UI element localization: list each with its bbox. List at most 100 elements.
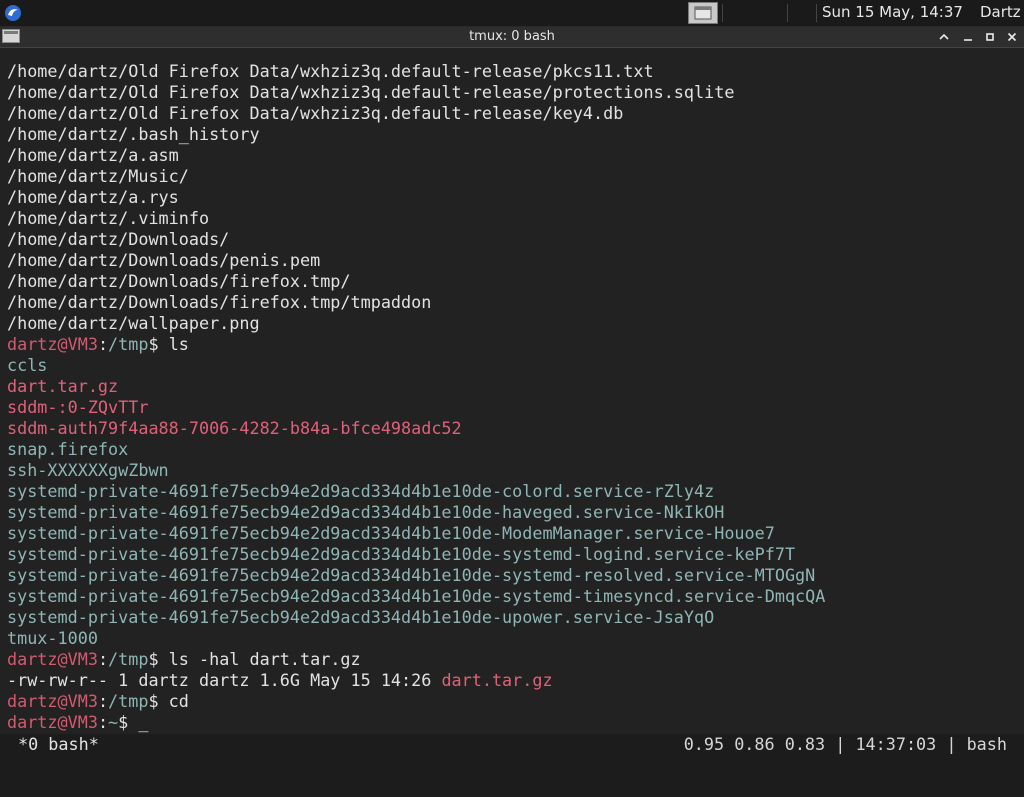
terminal-line: dart.tar.gz [7, 376, 825, 397]
panel-separator [787, 4, 788, 22]
terminal-text: /tmp [108, 691, 149, 711]
keep-above-button[interactable] [933, 27, 955, 47]
terminal-text: dart.tar.gz [441, 670, 553, 690]
terminal-text: -rw-rw-r-- 1 dartz dartz 1.6G May 15 14:… [7, 670, 442, 690]
terminal-line: systemd-private-4691fe75ecb94e2d9acd334d… [7, 565, 825, 586]
terminal-text: systemd-private-4691fe75ecb94e2d9acd334d… [7, 481, 715, 501]
terminal-text: systemd-private-4691fe75ecb94e2d9acd334d… [7, 607, 715, 627]
terminal-lines: /home/dartz/Old Firefox Data/wxhziz3q.de… [7, 61, 825, 733]
app-launcher-button[interactable] [3, 3, 23, 23]
terminal-line: /home/dartz/Old Firefox Data/wxhziz3q.de… [7, 103, 825, 124]
terminal-text: ~ [108, 712, 119, 732]
terminal-text: systemd-private-4691fe75ecb94e2d9acd334d… [7, 544, 796, 564]
terminal-line: sddm-:0-ZQvTTr [7, 397, 825, 418]
terminal-text: sddm-auth79f4aa88-7006-4282-b84a-bfce498… [7, 418, 462, 438]
terminal-text: ccls [7, 355, 48, 375]
terminal-line: -rw-rw-r-- 1 dartz dartz 1.6G May 15 14:… [7, 670, 825, 691]
terminal-line: /home/dartz/Downloads/penis.pem [7, 250, 825, 271]
distro-logo-icon [5, 5, 21, 21]
terminal-line: sddm-auth79f4aa88-7006-4282-b84a-bfce498… [7, 418, 825, 439]
terminal-text: : [97, 334, 109, 354]
terminal-output[interactable]: /home/dartz/Old Firefox Data/wxhziz3q.de… [0, 48, 1024, 738]
terminal-text: dartz@VM3 [7, 334, 98, 354]
terminal-line: /home/dartz/wallpaper.png [7, 313, 825, 334]
terminal-line: /home/dartz/Old Firefox Data/wxhziz3q.de… [7, 61, 825, 82]
window-title: tmux: 0 bash [469, 29, 555, 44]
terminal-text: /home/dartz/Downloads/firefox.tmp/tmpadd… [7, 292, 432, 312]
terminal-text: dartz@VM3 [7, 712, 98, 732]
terminal-line: systemd-private-4691fe75ecb94e2d9acd334d… [7, 607, 825, 628]
terminal-text: sddm-:0-ZQvTTr [7, 397, 149, 417]
terminal-text: dartz@VM3 [7, 649, 98, 669]
terminal-text: systemd-private-4691fe75ecb94e2d9acd334d… [7, 502, 725, 522]
terminal-text: /home/dartz/wallpaper.png [7, 313, 260, 333]
terminal-text: ssh-XXXXXXgwZbwn [7, 460, 169, 480]
terminal-line: /home/dartz/Downloads/firefox.tmp/ [7, 271, 825, 292]
terminal-text: /home/dartz/a.asm [7, 145, 179, 165]
terminal-line: systemd-private-4691fe75ecb94e2d9acd334d… [7, 481, 825, 502]
terminal-line: dartz@VM3:/tmp$ cd [7, 691, 825, 712]
terminal-text: $ _ [118, 712, 149, 732]
terminal-text: dart.tar.gz [7, 376, 119, 396]
terminal-text: /home/dartz/Music/ [7, 166, 189, 186]
minimize-button[interactable] [957, 27, 979, 47]
tmux-status-right: 0.95 0.86 0.83 | 14:37:03 | bash [683, 734, 1007, 754]
panel-username[interactable]: Dartz [980, 3, 1021, 21]
terminal-text: dartz@VM3 [7, 691, 98, 711]
terminal-line: /home/dartz/Downloads/ [7, 229, 825, 250]
terminal-text: systemd-private-4691fe75ecb94e2d9acd334d… [7, 523, 775, 543]
terminal-line: snap.firefox [7, 439, 825, 460]
terminal-text: $ ls [148, 334, 189, 354]
maximize-icon [986, 33, 994, 41]
terminal-text: /home/dartz/a.rys [7, 187, 179, 207]
window-icon [694, 6, 712, 20]
terminal-line: /home/dartz/Downloads/firefox.tmp/tmpadd… [7, 292, 825, 313]
top-panel: Sun 15 May, 14:37 Dartz [0, 0, 1024, 27]
terminal-text: /home/dartz/Old Firefox Data/wxhziz3q.de… [7, 82, 735, 102]
tmux-window-indicator[interactable]: *0 bash* [18, 734, 99, 755]
terminal-line: systemd-private-4691fe75ecb94e2d9acd334d… [7, 586, 825, 607]
minimize-icon [964, 39, 972, 41]
terminal-text: $ ls -hal dart.tar.gz [148, 649, 361, 669]
terminal-text: /home/dartz/Downloads/firefox.tmp/ [7, 271, 351, 291]
terminal-text: $ cd [148, 691, 189, 711]
panel-separator [722, 4, 723, 22]
terminal-text: /tmp [108, 334, 149, 354]
terminal-text: /home/dartz/Downloads/penis.pem [7, 250, 321, 270]
panel-clock[interactable]: Sun 15 May, 14:37 [822, 3, 963, 21]
tmux-status-bar: *0 bash* 0.95 0.86 0.83 | 14:37:03 | bas… [0, 734, 1024, 755]
window-titlebar[interactable]: tmux: 0 bash [0, 27, 1024, 48]
terminal-line: /home/dartz/.viminfo [7, 208, 825, 229]
terminal-line: dartz@VM3:~$ _ [7, 712, 825, 733]
close-icon [1007, 32, 1017, 42]
chevron-up-icon [939, 33, 949, 40]
terminal-line: ssh-XXXXXXgwZbwn [7, 460, 825, 481]
terminal-text: /home/dartz/.bash_history [7, 124, 260, 144]
terminal-line: dartz@VM3:/tmp$ ls -hal dart.tar.gz [7, 649, 825, 670]
terminal-line: /home/dartz/Old Firefox Data/wxhziz3q.de… [7, 82, 825, 103]
terminal-line: dartz@VM3:/tmp$ ls [7, 334, 825, 355]
terminal-text: /home/dartz/Old Firefox Data/wxhziz3q.de… [7, 103, 624, 123]
terminal-line: /home/dartz/Music/ [7, 166, 825, 187]
maximize-button[interactable] [979, 27, 1001, 47]
terminal-text: /tmp [108, 649, 149, 669]
terminal-line: systemd-private-4691fe75ecb94e2d9acd334d… [7, 523, 825, 544]
taskbar-window-button[interactable] [688, 2, 718, 24]
terminal-text: : [97, 712, 109, 732]
terminal-text: tmux-1000 [7, 628, 98, 648]
terminal-text: snap.firefox [7, 439, 129, 459]
terminal-line: systemd-private-4691fe75ecb94e2d9acd334d… [7, 544, 825, 565]
terminal-text: systemd-private-4691fe75ecb94e2d9acd334d… [7, 565, 816, 585]
terminal-line: /home/dartz/a.rys [7, 187, 825, 208]
terminal-line: tmux-1000 [7, 628, 825, 649]
terminal-text: systemd-private-4691fe75ecb94e2d9acd334d… [7, 586, 826, 606]
terminal-text: /home/dartz/.viminfo [7, 208, 210, 228]
close-button[interactable] [1001, 27, 1023, 47]
terminal-line: /home/dartz/.bash_history [7, 124, 825, 145]
panel-separator [816, 4, 817, 22]
terminal-line: ccls [7, 355, 825, 376]
terminal-text: /home/dartz/Downloads/ [7, 229, 230, 249]
terminal-text: : [97, 691, 109, 711]
terminal-line: systemd-private-4691fe75ecb94e2d9acd334d… [7, 502, 825, 523]
terminal-text: /home/dartz/Old Firefox Data/wxhziz3q.de… [7, 61, 654, 81]
